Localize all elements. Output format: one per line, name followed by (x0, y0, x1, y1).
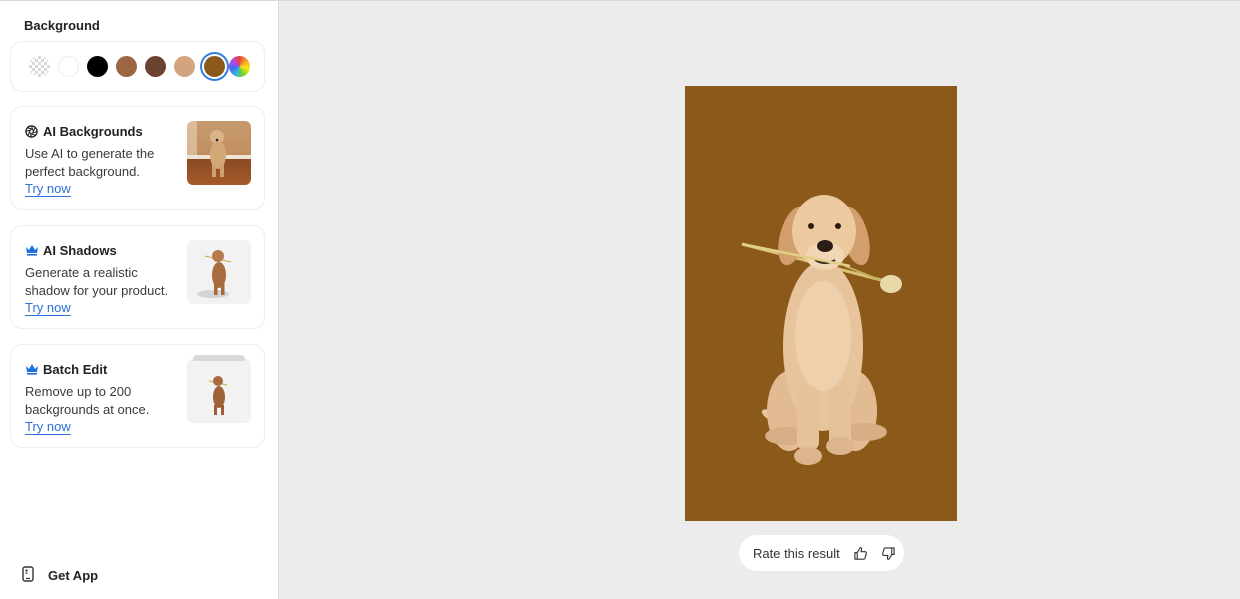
ai-backgrounds-card[interactable]: AI Backgrounds Use AI to generate the pe… (10, 106, 265, 210)
try-now-link[interactable]: Try now (25, 419, 71, 434)
rate-result-label: Rate this result (753, 545, 840, 561)
dog-batch-image (187, 359, 251, 423)
result-image[interactable] (685, 86, 957, 521)
ai-backgrounds-title: AI Backgrounds (25, 124, 143, 139)
ai-shadows-card[interactable]: AI Shadows Generate a realistic shadow f… (10, 225, 265, 329)
crown-icon (25, 363, 38, 376)
rate-result-bar: Rate this result (739, 535, 904, 571)
card-description: Remove up to 200 backgrounds at once. (25, 384, 150, 417)
dog-with-shadow-image (197, 250, 232, 298)
background-swatch-panel (10, 41, 265, 92)
swatch-transparent[interactable] (29, 56, 50, 77)
sidebar: Background AI Backgrounds Use AI to gene… (0, 1, 279, 599)
swatch-brown[interactable] (116, 56, 137, 77)
background-section-title: Background (24, 18, 100, 33)
card-title-text: AI Shadows (43, 243, 117, 258)
swatch-ochre-selected[interactable] (204, 56, 225, 77)
ai-shadows-thumbnail (187, 240, 251, 304)
dog-thumbnail-image (187, 121, 251, 177)
aperture-icon (25, 125, 38, 138)
batch-edit-thumbnail (187, 355, 251, 423)
get-app-button[interactable]: Get App (22, 566, 98, 585)
try-now-link[interactable]: Try now (25, 300, 71, 315)
card-description: Generate a realistic shadow for your pro… (25, 265, 169, 298)
swatch-tan[interactable] (174, 56, 195, 77)
batch-edit-card[interactable]: Batch Edit Remove up to 200 backgrounds … (10, 344, 265, 448)
ai-shadows-title: AI Shadows (25, 243, 117, 258)
phone-icon (22, 566, 34, 585)
swatch-black[interactable] (87, 56, 108, 77)
batch-edit-title: Batch Edit (25, 362, 107, 377)
try-now-link[interactable]: Try now (25, 181, 71, 196)
swatch-dark-brown[interactable] (145, 56, 166, 77)
ai-backgrounds-thumbnail (187, 121, 251, 185)
get-app-label: Get App (48, 568, 99, 583)
color-picker-swatch[interactable] (229, 56, 250, 77)
thumbs-down-icon[interactable] (880, 544, 898, 562)
card-title-text: Batch Edit (43, 362, 108, 377)
swatch-white[interactable] (58, 56, 79, 77)
dog-with-tulip-image (741, 195, 902, 465)
card-title-text: AI Backgrounds (43, 124, 143, 139)
thumbs-up-icon[interactable] (852, 544, 870, 562)
card-description: Use AI to generate the perfect backgroun… (25, 146, 155, 179)
crown-icon (25, 244, 38, 257)
